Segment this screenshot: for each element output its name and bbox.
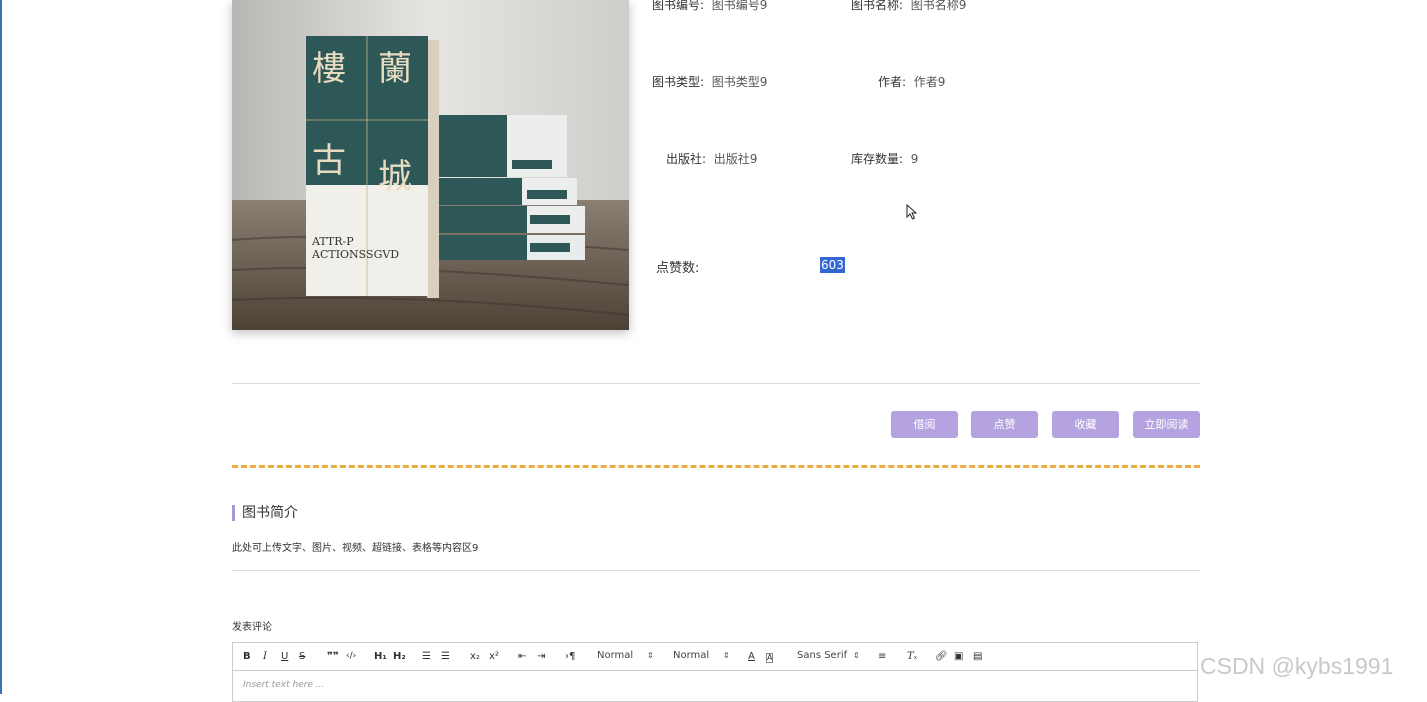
field-book-id: 图书编号: 图书编号9 [652, 0, 767, 13]
like-button[interactable]: 点赞 [971, 411, 1038, 438]
favorite-button[interactable]: 收藏 [1052, 411, 1119, 438]
subscript-icon[interactable]: x₂ [470, 650, 480, 663]
field-value: 图书类型9 [711, 75, 768, 89]
cover-char-2: 蘭 [378, 49, 412, 89]
cover-latin-2: ACTIONSSGVD [311, 248, 399, 261]
dashed-divider [232, 465, 1200, 468]
field-label: 图书类型: [652, 75, 705, 89]
field-value: 图书编号9 [711, 0, 768, 12]
field-value: 作者9 [913, 75, 946, 89]
header-2-icon[interactable]: H₂ [393, 650, 406, 663]
indent-icon[interactable]: ⇥ [537, 650, 545, 663]
image-icon[interactable]: ▣ [954, 650, 963, 663]
intro-content: 此处可上传文字、图片、视频、超链接、表格等内容区9 [232, 543, 479, 554]
divider [232, 570, 1200, 571]
editor-placeholder: Insert text here ... [243, 680, 325, 690]
header-1-icon[interactable]: H₁ [374, 650, 387, 663]
underline-icon[interactable]: U [281, 650, 288, 663]
field-book-name: 图书名称: 图书名称9 [851, 0, 966, 13]
picker-arrow-icon: ⇕ [723, 651, 730, 660]
text-direction-icon[interactable]: ›¶ [565, 650, 575, 663]
italic-icon[interactable]: I [263, 650, 267, 663]
cover-char-1: 樓 [312, 49, 346, 89]
video-icon[interactable]: ▤ [973, 650, 982, 663]
font-picker[interactable]: Sans Serif ⇕ [797, 650, 861, 661]
field-label: 作者: [878, 75, 907, 89]
clear-format-icon[interactable]: Tₓ [907, 650, 917, 663]
size-picker-value: Normal [673, 650, 710, 661]
background-color-icon[interactable]: A [766, 653, 774, 663]
intro-title: 图书简介 [232, 505, 298, 521]
window-left-edge [0, 0, 2, 694]
book-cover-image: 樓 蘭 古 城 ATTR-P ACTIONSSGVD [232, 0, 629, 330]
picker-arrow-icon: ⇕ [647, 651, 654, 660]
cover-latin-1: ATTR-P [311, 235, 354, 248]
ordered-list-icon[interactable]: ☰ [422, 650, 431, 663]
superscript-icon[interactable]: x² [489, 650, 499, 663]
divider [232, 383, 1200, 384]
field-author: 作者: 作者9 [878, 73, 945, 90]
borrow-button[interactable]: 借阅 [891, 411, 958, 438]
likes-value: 603 [820, 257, 845, 273]
comment-editor[interactable]: B I U S ❞❞ ‹/› H₁ H₂ ☰ ☰ x₂ x² ⇤ ⇥ ›¶ No… [232, 642, 1198, 702]
field-stock: 库存数量: 9 [851, 150, 918, 167]
picker-arrow-icon: ⇕ [853, 651, 860, 660]
cover-char-3: 古 [312, 141, 346, 181]
mouse-pointer-icon [906, 204, 918, 220]
link-icon[interactable]: 🔗︎ [935, 650, 948, 663]
text-color-icon[interactable]: A [748, 650, 755, 663]
size-picker[interactable]: Normal ⇕ [673, 650, 733, 661]
bold-icon[interactable]: B [243, 650, 251, 663]
field-value: 出版社9 [713, 152, 758, 166]
cover-char-4: 城 [378, 157, 412, 197]
field-label: 图书编号: [652, 0, 705, 12]
field-value: 图书名称9 [910, 0, 967, 12]
align-icon[interactable]: ≡ [878, 650, 886, 663]
font-picker-value: Sans Serif [797, 650, 848, 661]
strikethrough-icon[interactable]: S [299, 650, 305, 663]
header-picker-value: Normal [597, 650, 634, 661]
field-value: 9 [910, 152, 919, 166]
read-now-button[interactable]: 立即阅读 [1133, 411, 1200, 438]
editor-toolbar: B I U S ❞❞ ‹/› H₁ H₂ ☰ ☰ x₂ x² ⇤ ⇥ ›¶ No… [233, 643, 1197, 671]
code-block-icon[interactable]: ‹/› [346, 650, 356, 663]
field-book-type: 图书类型: 图书类型9 [652, 73, 767, 90]
comment-label: 发表评论 [232, 622, 272, 633]
likes-label: 点赞数: [656, 261, 700, 276]
bullet-list-icon[interactable]: ☰ [441, 650, 450, 663]
field-label: 出版社: [666, 152, 707, 166]
blockquote-icon[interactable]: ❞❞ [327, 650, 339, 663]
field-label: 库存数量: [851, 152, 904, 166]
watermark: CSDN @kybs1991 [1200, 653, 1394, 679]
outdent-icon[interactable]: ⇤ [518, 650, 526, 663]
field-label: 图书名称: [851, 0, 904, 12]
header-picker[interactable]: Normal ⇕ [597, 650, 657, 661]
field-publisher: 出版社: 出版社9 [666, 150, 757, 167]
